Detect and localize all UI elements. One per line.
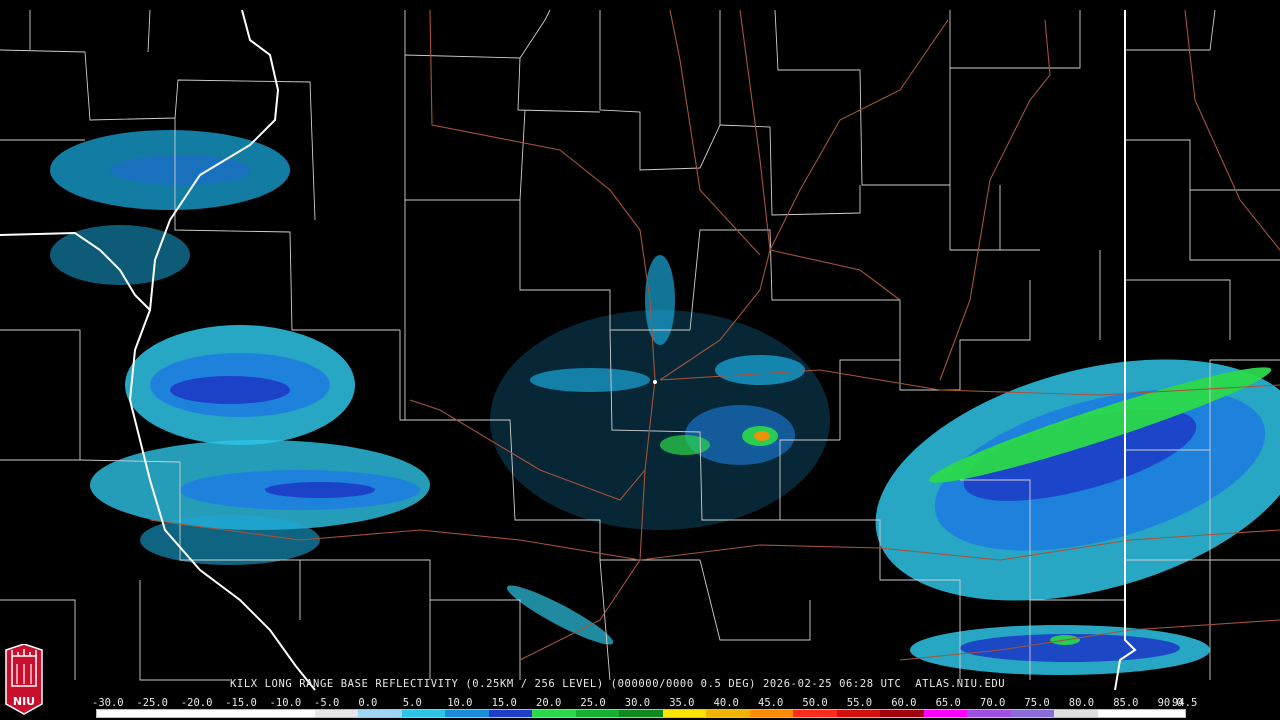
scale-label: 94.5 <box>1172 697 1198 709</box>
scale-label: 30.0 <box>624 697 651 709</box>
colorbar-segment <box>749 710 794 717</box>
scale-label: -15.0 <box>225 697 257 709</box>
colorbar-segment <box>575 710 620 717</box>
scale-label: 20.0 <box>536 697 562 709</box>
scale-label: -5.0 <box>314 697 340 709</box>
colorbar-segment <box>793 710 837 717</box>
colorbar-segment <box>880 710 924 717</box>
scale-label: -25.0 <box>136 697 168 709</box>
scale-label: 25.0 <box>580 697 606 709</box>
scale-label: 0.0 <box>358 697 378 709</box>
scale-label: -10.0 <box>269 697 302 709</box>
colorbar-segment <box>445 710 489 717</box>
colorbar-segment <box>358 710 402 717</box>
colorbar-segment <box>923 710 968 717</box>
colorbar-segment <box>532 710 576 717</box>
scale-label: 55.0 <box>846 697 873 709</box>
scale-label: 5.0 <box>402 697 422 709</box>
scale-label: -20.0 <box>180 697 213 709</box>
colorbar-segment <box>97 710 141 717</box>
colorbar-segment <box>488 710 533 717</box>
scale-label: -30.0 <box>92 697 124 709</box>
colorbar-segment <box>401 710 446 717</box>
colorbar-segment <box>1141 710 1185 717</box>
scale-label: 50.0 <box>802 697 828 709</box>
scale-label: 75.0 <box>1024 697 1050 709</box>
reflectivity-colorbar <box>96 709 1186 718</box>
scale-label: 15.0 <box>491 697 517 709</box>
radar-caption: KILX LONG RANGE BASE REFLECTIVITY (0.25K… <box>230 678 1006 690</box>
scale-label: 10.0 <box>447 697 473 709</box>
scale-label: 65.0 <box>935 697 961 709</box>
logo-text: NIU <box>12 695 36 708</box>
scale-label: 45.0 <box>758 697 784 709</box>
colorbar-segment <box>271 710 315 717</box>
scale-label: 70.0 <box>980 697 1006 709</box>
scale-labels: -30.0 -25.0 -20.0 -15.0 -10.0 -5.0 0.0 5.0 10.0 1… <box>92 697 1202 709</box>
colorbar-segment <box>140 710 185 717</box>
colorbar-segment <box>1010 710 1055 717</box>
scale-label: 60.0 <box>891 697 917 709</box>
radar-site-marker <box>653 380 657 384</box>
scale-label: 40.0 <box>713 697 739 709</box>
colorbar-segment <box>1054 710 1098 717</box>
colorbar-segment <box>836 710 881 717</box>
colorbar-segment <box>1097 710 1142 717</box>
colorbar-segment <box>184 710 228 717</box>
scale-label: 85.0 <box>1113 697 1139 709</box>
colorbar-segment <box>967 710 1011 717</box>
colorbar-segment <box>706 710 750 717</box>
colorbar-segment <box>619 710 663 717</box>
scale-label: 80.0 <box>1068 697 1095 709</box>
colorbar-segment <box>662 710 707 717</box>
colorbar-segment <box>227 710 272 717</box>
colorbar-segment <box>314 710 359 717</box>
radar-map <box>0 0 1280 720</box>
scale-label: 35.0 <box>669 697 695 709</box>
